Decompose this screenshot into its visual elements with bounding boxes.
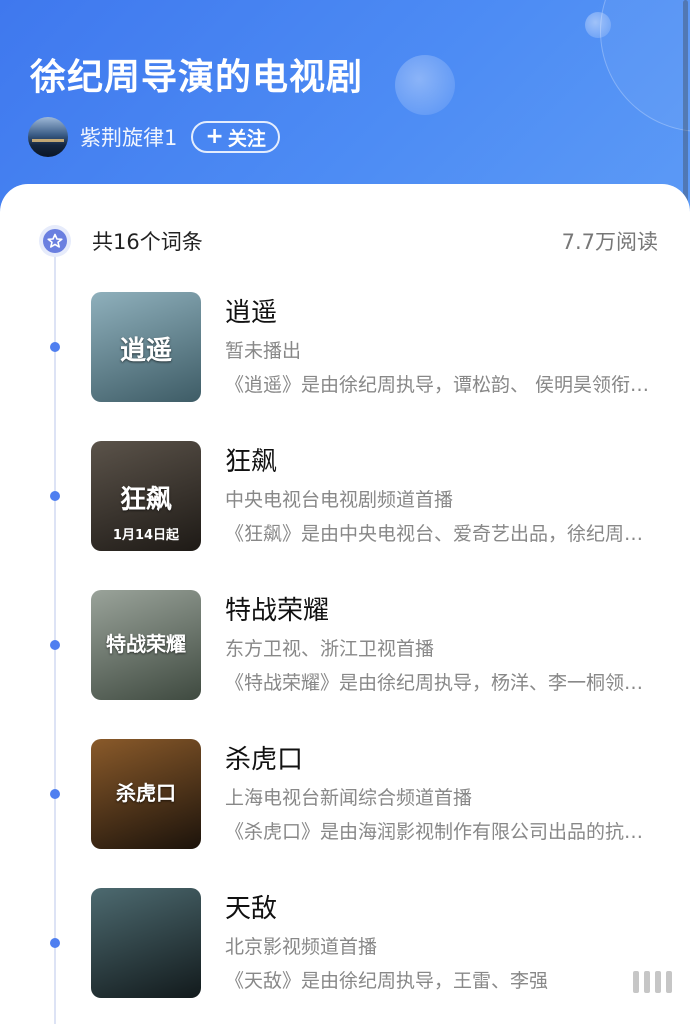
entry-subtitle: 上海电视台新闻综合频道首播 bbox=[225, 787, 473, 809]
poster-title: 特战荣耀 bbox=[106, 632, 186, 656]
poster-badge: 1月14日起 bbox=[112, 528, 180, 543]
entry-title[interactable]: 特战荣耀 bbox=[225, 590, 329, 627]
entry-count: 共16个词条 bbox=[92, 230, 203, 254]
poster-title: 杀虎口 bbox=[116, 781, 176, 805]
decor-bubble-small bbox=[585, 12, 611, 38]
entry-subtitle: 东方卫视、浙江卫视首播 bbox=[225, 638, 435, 660]
timeline-dot bbox=[50, 342, 60, 352]
entry-description: 《特战荣耀》是由徐纪周执导，杨洋、李一桐领衔主演 bbox=[225, 672, 650, 694]
poster-title: 狂飙 bbox=[119, 485, 172, 515]
list-item[interactable]: 天敌 北京影视频道首播 《天敌》是由徐纪周执导，王雷、李强 bbox=[0, 888, 690, 998]
decor-bubble bbox=[395, 55, 455, 115]
collection-icon bbox=[39, 225, 71, 257]
timeline-dot bbox=[50, 491, 60, 501]
follow-label: 关注 bbox=[227, 127, 266, 150]
poster-image[interactable]: 逍遥 bbox=[91, 292, 201, 402]
follow-button[interactable]: + 关注 bbox=[191, 121, 280, 153]
poster-image[interactable]: 杀虎口 bbox=[91, 739, 201, 849]
author-row: 紫荆旋律1 + 关注 bbox=[28, 116, 280, 158]
author-name[interactable]: 紫荆旋律1 bbox=[80, 122, 177, 152]
poster-image[interactable]: 特战荣耀 bbox=[91, 590, 201, 700]
list-item[interactable]: 狂飙 1月14日起 狂飙 中央电视台电视剧频道首播 《狂飙》是由中央电视台、爱奇… bbox=[0, 441, 690, 551]
watermark-icon bbox=[633, 971, 672, 993]
entry-subtitle: 中央电视台电视剧频道首播 bbox=[225, 489, 454, 511]
content-card: 共16个词条 7.7万阅读 逍遥 逍遥 暂未播出 《逍遥》是由徐纪周执导，谭松韵… bbox=[0, 184, 690, 1024]
entry-title[interactable]: 天敌 bbox=[225, 888, 277, 925]
list-item[interactable]: 逍遥 逍遥 暂未播出 《逍遥》是由徐纪周执导，谭松韵、 侯明昊领衔主演 bbox=[0, 292, 690, 402]
poster-title: 逍遥 bbox=[119, 336, 172, 366]
entry-subtitle: 暂未播出 bbox=[225, 340, 302, 362]
timeline-dot bbox=[50, 789, 60, 799]
avatar[interactable] bbox=[28, 117, 68, 157]
entry-description: 《天敌》是由徐纪周执导，王雷、李强 bbox=[225, 970, 549, 992]
entry-title[interactable]: 杀虎口 bbox=[225, 739, 303, 776]
decor-circle bbox=[600, 0, 690, 132]
scrollbar[interactable] bbox=[683, 0, 688, 226]
entry-subtitle: 北京影视频道首播 bbox=[225, 936, 378, 958]
timeline-dot bbox=[50, 938, 60, 948]
entry-title[interactable]: 狂飙 bbox=[225, 441, 277, 478]
entry-description: 《逍遥》是由徐纪周执导，谭松韵、 侯明昊领衔主演 bbox=[225, 374, 650, 396]
entry-description: 《狂飙》是由中央电视台、爱奇艺出品，徐纪周执导 bbox=[225, 523, 650, 545]
poster-image[interactable]: 狂飙 1月14日起 bbox=[91, 441, 201, 551]
entry-title[interactable]: 逍遥 bbox=[225, 292, 277, 329]
timeline-dot bbox=[50, 640, 60, 650]
entry-description: 《杀虎口》是由海润影视制作有限公司出品的抗战剧 bbox=[225, 821, 650, 843]
plus-icon: + bbox=[205, 124, 224, 149]
list-item[interactable]: 杀虎口 杀虎口 上海电视台新闻综合频道首播 《杀虎口》是由海润影视制作有限公司出… bbox=[0, 739, 690, 849]
list-item[interactable]: 特战荣耀 特战荣耀 东方卫视、浙江卫视首播 《特战荣耀》是由徐纪周执导，杨洋、李… bbox=[0, 590, 690, 700]
read-count: 7.7万阅读 bbox=[561, 230, 658, 254]
poster-image[interactable] bbox=[91, 888, 201, 998]
page-title: 徐纪周导演的电视剧 bbox=[30, 57, 364, 98]
